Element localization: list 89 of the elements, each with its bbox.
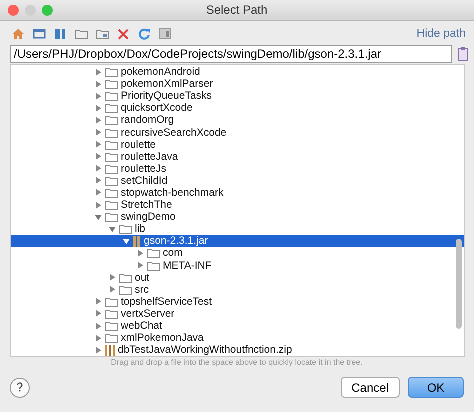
tree-item[interactable]: lib <box>11 223 464 236</box>
tree-item[interactable]: rouletteJava <box>11 150 464 163</box>
hide-path-link[interactable]: Hide path <box>416 28 466 40</box>
expand-arrow-icon[interactable] <box>94 92 102 100</box>
expand-arrow-icon[interactable] <box>94 346 102 354</box>
tree-item[interactable]: com <box>11 247 464 260</box>
expand-arrow-icon[interactable] <box>108 274 116 282</box>
tree-item[interactable]: StretchThe <box>11 199 464 212</box>
tree-item[interactable]: webChat <box>11 320 464 332</box>
tree-item[interactable]: pokemonXmlParser <box>11 78 464 90</box>
collapse-arrow-icon[interactable] <box>122 238 130 245</box>
tree-item[interactable]: gson-2.3.1.jar <box>11 235 464 248</box>
folder-icon <box>105 176 118 186</box>
folder-icon <box>105 308 118 319</box>
window-title: Select Path <box>206 3 268 17</box>
module-icon[interactable] <box>54 28 67 40</box>
tree-item[interactable]: xmlPokemonJava <box>11 332 464 344</box>
archive-icon <box>133 236 141 247</box>
home-icon[interactable] <box>12 28 25 40</box>
zoom-icon[interactable] <box>42 4 53 16</box>
expand-arrow-icon[interactable] <box>94 116 102 124</box>
expand-arrow-icon[interactable] <box>94 177 102 184</box>
archive-icon <box>105 344 115 356</box>
folder-icon <box>105 164 118 174</box>
tree-item[interactable]: quicksortXcode <box>11 102 464 114</box>
folder-icon <box>105 67 118 78</box>
expand-arrow-icon[interactable] <box>94 165 102 172</box>
tree-item[interactable]: dbTestJavaWorkingWithoutfnction.zip <box>11 344 464 356</box>
expand-arrow-icon[interactable] <box>136 250 144 257</box>
expand-arrow-icon[interactable] <box>94 104 102 112</box>
expand-arrow-icon[interactable] <box>94 322 102 330</box>
hint-text: Drag and drop a file into the space above to quickly locate it in the tree. <box>110 358 364 367</box>
collapse-arrow-icon[interactable] <box>108 226 116 233</box>
question-mark-icon <box>17 382 23 393</box>
expand-arrow-icon[interactable] <box>94 202 102 209</box>
expand-arrow-icon[interactable] <box>94 153 102 160</box>
delete-icon[interactable] <box>117 28 130 40</box>
expand-arrow-icon[interactable] <box>94 68 102 76</box>
cancel-button[interactable]: Cancel <box>340 377 400 398</box>
folder-icon <box>147 260 160 271</box>
folder-icon[interactable] <box>75 28 88 40</box>
expand-arrow-icon[interactable] <box>136 262 144 270</box>
folder-icon <box>105 188 118 198</box>
folder-icon <box>105 200 118 210</box>
panel-icon[interactable] <box>159 28 172 40</box>
help-button[interactable] <box>10 378 30 398</box>
expand-arrow-icon[interactable] <box>94 310 102 318</box>
expand-arrow-icon[interactable] <box>94 80 102 88</box>
expand-arrow-icon[interactable] <box>94 334 102 342</box>
tree-item[interactable]: topshelfServiceTest <box>11 296 464 308</box>
tree-item[interactable]: rouletteJs <box>11 162 464 175</box>
folder-icon <box>105 296 118 307</box>
ok-button[interactable]: OK <box>408 377 464 398</box>
folder-icon <box>105 333 118 344</box>
tree-item[interactable]: recursiveSearchXcode <box>11 126 464 139</box>
expand-arrow-icon[interactable] <box>108 286 116 294</box>
path-field[interactable]: /Users/PHJ/Dropbox/Dox/CodeProjects/swingDemo/lib/gson-2.3.1.jar <box>10 45 452 63</box>
folder-icon <box>105 79 118 90</box>
tree-item[interactable]: stopwatch-benchmark <box>11 186 464 200</box>
tree-item[interactable]: out <box>11 272 464 284</box>
collapse-arrow-icon[interactable] <box>94 214 102 221</box>
tree-item[interactable]: PriorityQueueTasks <box>11 90 464 102</box>
clipboard-icon[interactable] <box>458 47 468 61</box>
folder-icon <box>105 140 118 150</box>
tree-item[interactable]: vertxServer <box>11 308 464 320</box>
expand-arrow-icon[interactable] <box>94 298 102 306</box>
folder-icon <box>105 212 118 222</box>
tree-item[interactable]: setChildId <box>11 174 464 187</box>
folder-icon <box>105 128 118 138</box>
folder-icon <box>105 152 118 162</box>
tree-item[interactable]: swingDemo <box>11 211 464 224</box>
tree-item[interactable]: META-INF <box>11 260 464 272</box>
expand-arrow-icon[interactable] <box>94 141 102 148</box>
folder-icon <box>105 115 118 126</box>
expand-arrow-icon[interactable] <box>94 189 102 196</box>
tree-item[interactable]: pokemonAndroid <box>11 66 464 78</box>
folder-icon <box>119 272 132 283</box>
folder-icon <box>119 284 132 295</box>
window-icon[interactable] <box>33 28 46 40</box>
tree-item[interactable]: randomOrg <box>11 114 464 126</box>
new-folder-icon[interactable] <box>96 28 109 40</box>
close-icon[interactable] <box>8 4 19 16</box>
folder-icon <box>105 321 118 332</box>
folder-icon <box>105 91 118 102</box>
expand-arrow-icon[interactable] <box>94 129 102 136</box>
tree-item[interactable]: src <box>11 284 464 296</box>
folder-icon <box>105 103 118 114</box>
refresh-icon[interactable] <box>138 28 151 40</box>
tree-item[interactable]: roulette <box>11 138 464 151</box>
